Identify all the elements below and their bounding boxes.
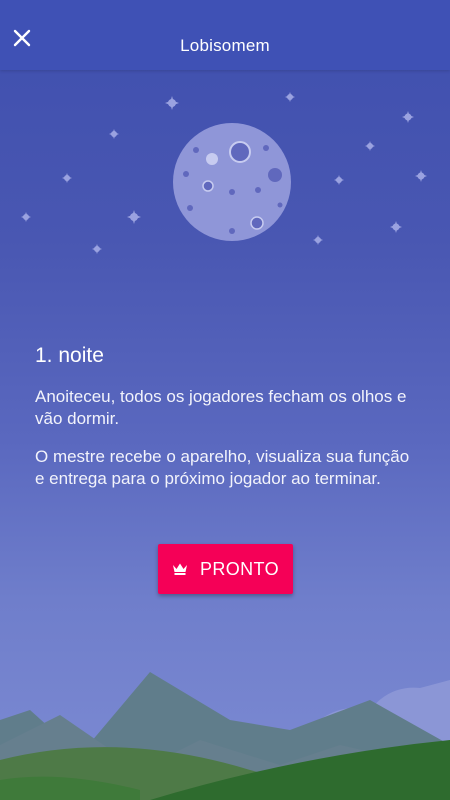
ready-button[interactable]: PRONTO bbox=[158, 544, 293, 594]
night-sky bbox=[21, 92, 427, 254]
moon-icon bbox=[173, 123, 291, 241]
app-bar: Lobisomem bbox=[0, 0, 450, 70]
page-title: Lobisomem bbox=[180, 36, 270, 55]
master-instructions: O mestre recebe o aparelho, visualiza su… bbox=[35, 447, 410, 488]
night-description: Anoiteceu, todos os jogadores fecham os … bbox=[35, 387, 407, 428]
mountains-landscape bbox=[0, 672, 450, 800]
crown-icon bbox=[172, 563, 187, 575]
night-heading: 1. noite bbox=[35, 344, 104, 367]
ready-button-label: PRONTO bbox=[199, 558, 280, 579]
